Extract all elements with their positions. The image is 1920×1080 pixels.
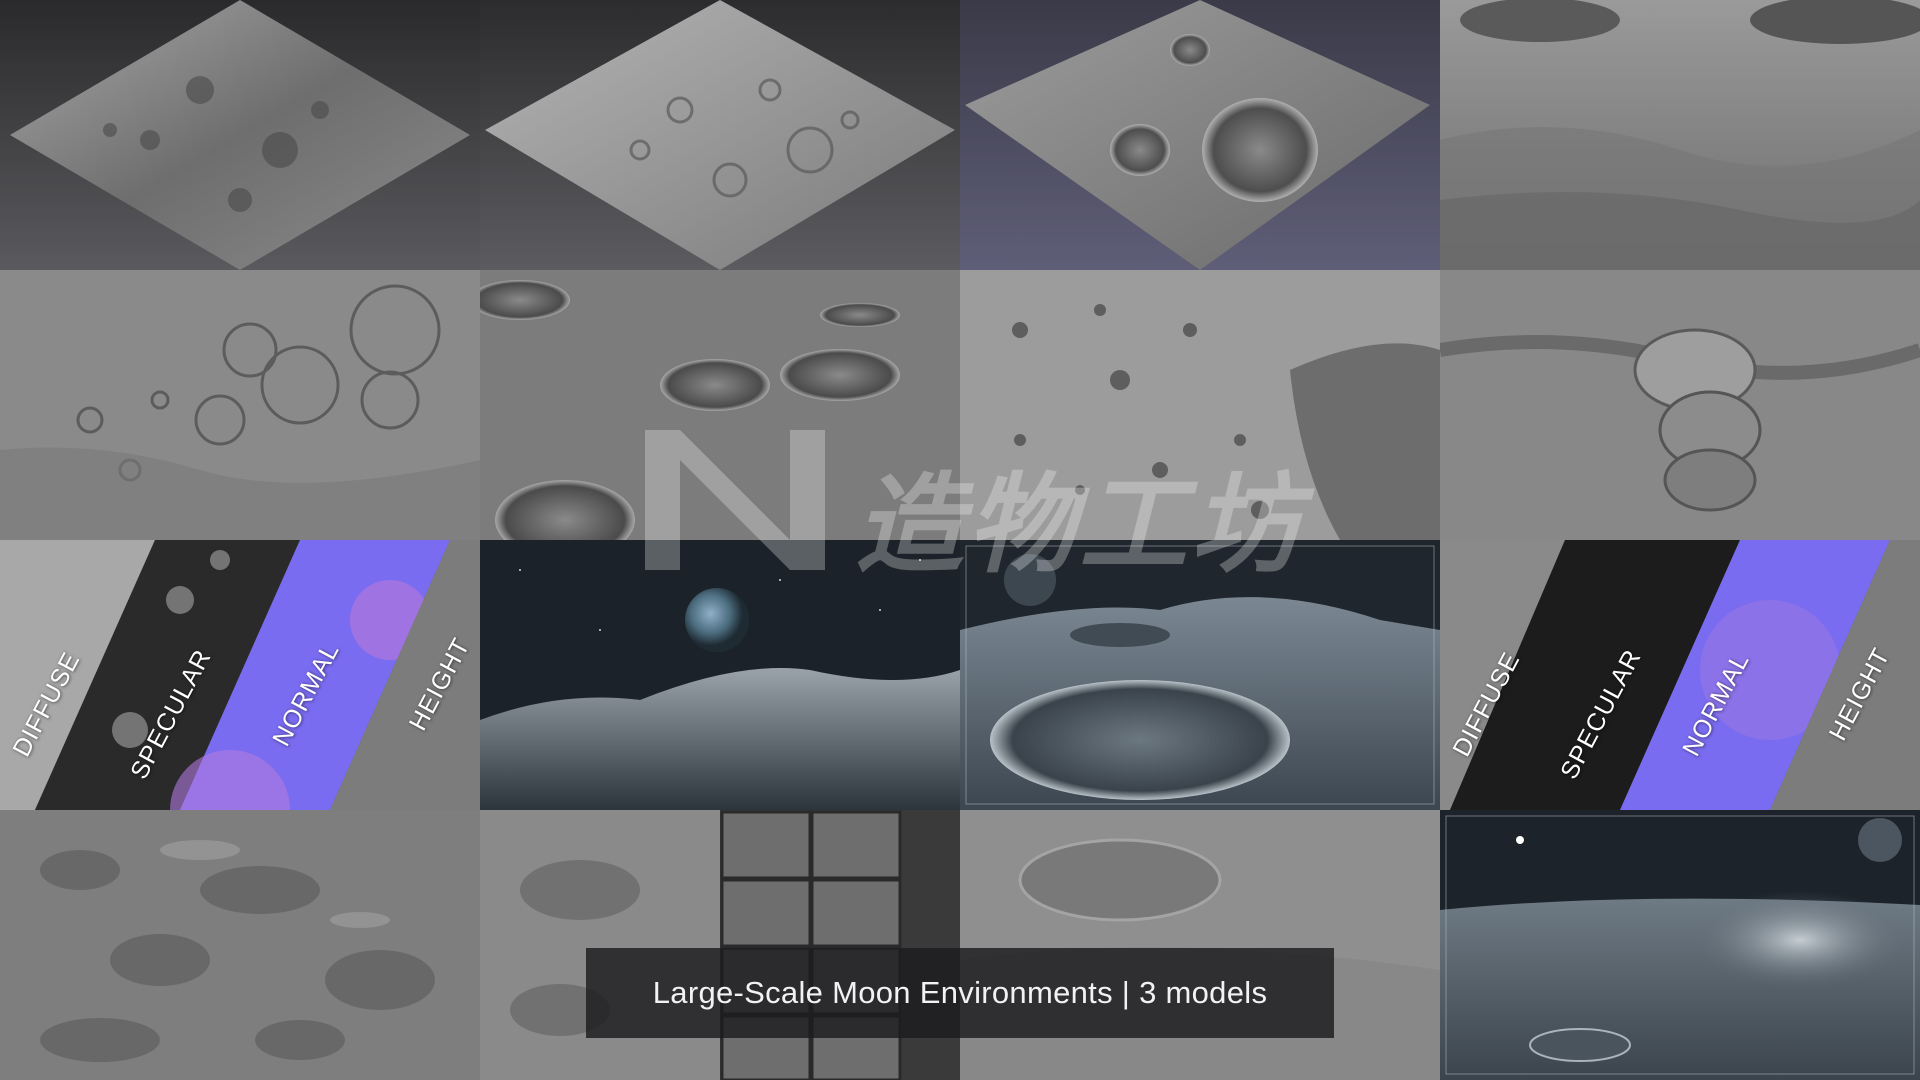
tile-texture-maps-left: DIFFUSE SPECULAR NORMAL HEIGHT [0,540,480,810]
tile-night-surface [1440,810,1920,1080]
tile-diamond-terrain-2 [480,0,960,270]
tile-texture-maps-right: DIFFUSE SPECULAR NORMAL HEIGHT [1440,540,1920,810]
tile-crater-render [960,540,1440,810]
tile-rough-terrain [0,810,480,1080]
preview-grid: DIFFUSE SPECULAR NORMAL HEIGHT DIFFUSE S… [0,0,1920,1080]
tile-crater-closeup-1 [0,270,480,540]
tile-rocky-surface [960,270,1440,540]
tile-terrain-perspective [1440,0,1920,270]
tile-diamond-terrain-1 [0,0,480,270]
tile-smooth-terrain [960,810,1440,1080]
tile-terrain-with-thumbnails [480,810,960,1080]
tile-diamond-crater [960,0,1440,270]
caption-bar: Large-Scale Moon Environments | 3 models [586,948,1334,1038]
tile-earthrise [480,540,960,810]
caption-text: Large-Scale Moon Environments | 3 models [652,975,1268,1010]
tile-rock-formation [1440,270,1920,540]
tile-crater-closeup-2 [480,270,960,540]
